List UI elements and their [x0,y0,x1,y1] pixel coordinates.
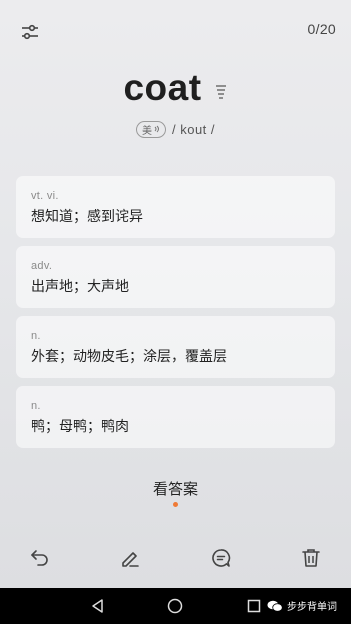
brand-label: 步步背单词 [287,602,337,613]
wechat-icon [267,600,283,612]
edit-icon[interactable] [114,542,146,574]
pronunciation-button[interactable]: 美 [135,120,166,138]
recent-apps-icon[interactable] [242,594,266,618]
part-of-speech: vt. vi. [31,190,59,202]
progress-counter: 0/20 [307,21,336,37]
definition-meaning: 外套；动物皮毛；涂层，覆盖层 [31,349,227,365]
part-of-speech: n. [31,400,41,412]
phonetic-text: / kout / [171,121,216,137]
definition-card[interactable]: vt. vi. 想知道；感到诧异 [16,176,335,238]
undo-icon[interactable] [24,542,56,574]
accent-label: 美 [141,125,152,137]
definition-meaning: 鸭；母鸭；鸭肉 [31,419,129,435]
sliders-icon[interactable] [14,18,46,46]
definition-card[interactable]: n. 外套；动物皮毛；涂层，覆盖层 [16,316,335,378]
system-navbar: 步步背单词 [0,588,351,624]
definition-meaning: 想知道；感到诧异 [31,209,143,225]
part-of-speech: n. [31,330,41,342]
indicator-dot [173,502,178,507]
trash-icon[interactable] [295,542,327,574]
definition-meaning: 出声地；大声地 [31,279,129,295]
phonetic-row: 美 / kout / [0,118,351,140]
definition-card[interactable]: n. 鸭；母鸭；鸭肉 [16,386,335,448]
home-icon[interactable] [163,594,187,618]
word-header: coat [0,62,351,114]
note-icon[interactable] [205,542,237,574]
definition-card[interactable]: adv. 出声地；大声地 [16,246,335,308]
word-menu-icon[interactable] [214,84,228,100]
bottom-toolbar [0,540,351,576]
word-text: coat [123,67,202,108]
show-answer-button[interactable]: 看答案 [0,478,351,499]
back-icon[interactable] [85,594,109,618]
app-screen: 0/20 coat 美 / kout / vt. vi. 想知道；感到诧异 ad… [0,0,351,588]
app-brand: 步步背单词 [267,598,337,613]
part-of-speech: adv. [31,260,53,272]
speaker-icon [154,125,159,133]
definition-list: vt. vi. 想知道；感到诧异 adv. 出声地；大声地 n. 外套；动物皮毛… [16,176,335,456]
